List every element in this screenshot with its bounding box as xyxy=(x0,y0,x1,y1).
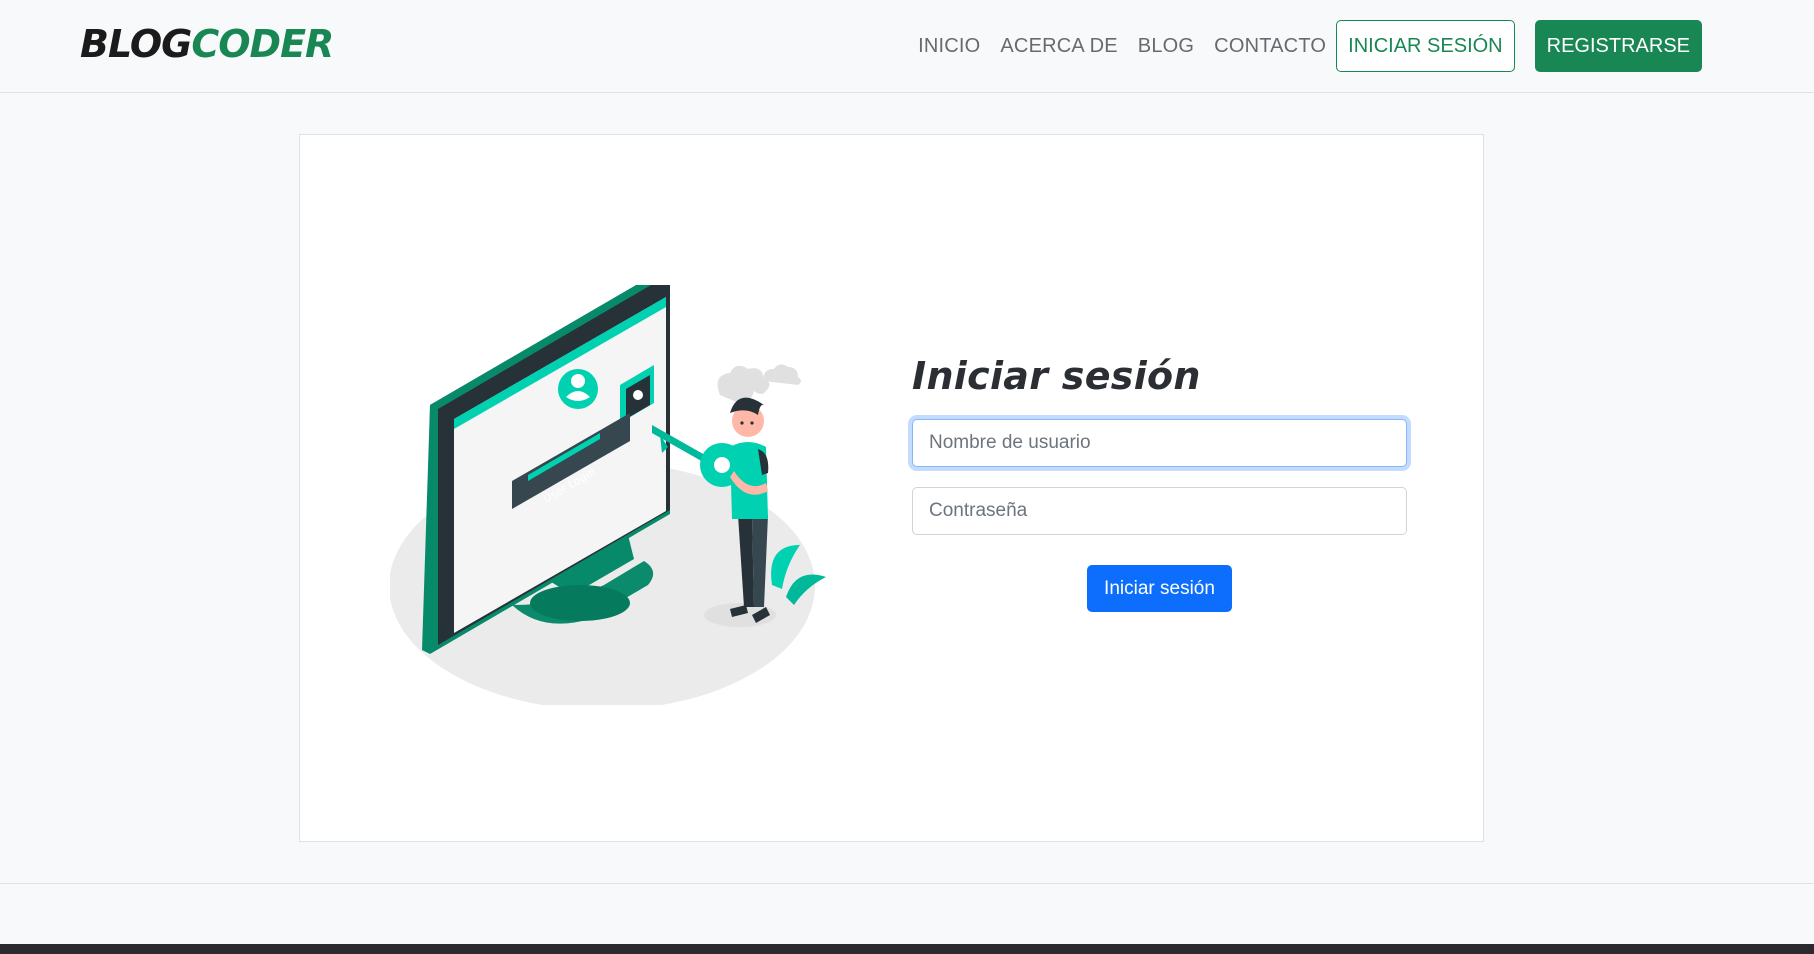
login-card: User Login Iniciar sesión Iniciar sesión xyxy=(299,134,1484,842)
nav-link-acerca-de[interactable]: ACERCA DE xyxy=(1000,35,1117,58)
login-form: Iniciar sesión Iniciar sesión xyxy=(912,353,1407,612)
submit-row: Iniciar sesión xyxy=(912,565,1407,612)
brand-part-blog: BLOG xyxy=(80,22,192,66)
brand-logo[interactable]: BLOGCODER xyxy=(80,22,334,66)
nav-link-contacto[interactable]: CONTACTO xyxy=(1214,35,1326,58)
nav-link-blog[interactable]: BLOG xyxy=(1138,35,1194,58)
brand-part-coder: CODER xyxy=(191,22,334,66)
navbar: BLOGCODER INICIO ACERCA DE BLOG CONTACTO… xyxy=(0,0,1814,93)
username-input[interactable] xyxy=(912,419,1407,467)
user-login-illustration: User Login xyxy=(390,285,826,705)
nav-register-button[interactable]: REGISTRARSE xyxy=(1534,20,1702,72)
footer-divider xyxy=(0,883,1814,884)
nav-links: INICIO ACERCA DE BLOG CONTACTO INICIAR S… xyxy=(918,20,1702,72)
taskbar-strip xyxy=(0,944,1814,954)
login-submit-button[interactable]: Iniciar sesión xyxy=(1087,565,1232,612)
nav-login-button[interactable]: INICIAR SESIÓN xyxy=(1336,20,1515,72)
nav-link-inicio[interactable]: INICIO xyxy=(918,35,980,58)
password-input[interactable] xyxy=(912,487,1407,535)
form-title: Iniciar sesión xyxy=(912,354,1201,398)
